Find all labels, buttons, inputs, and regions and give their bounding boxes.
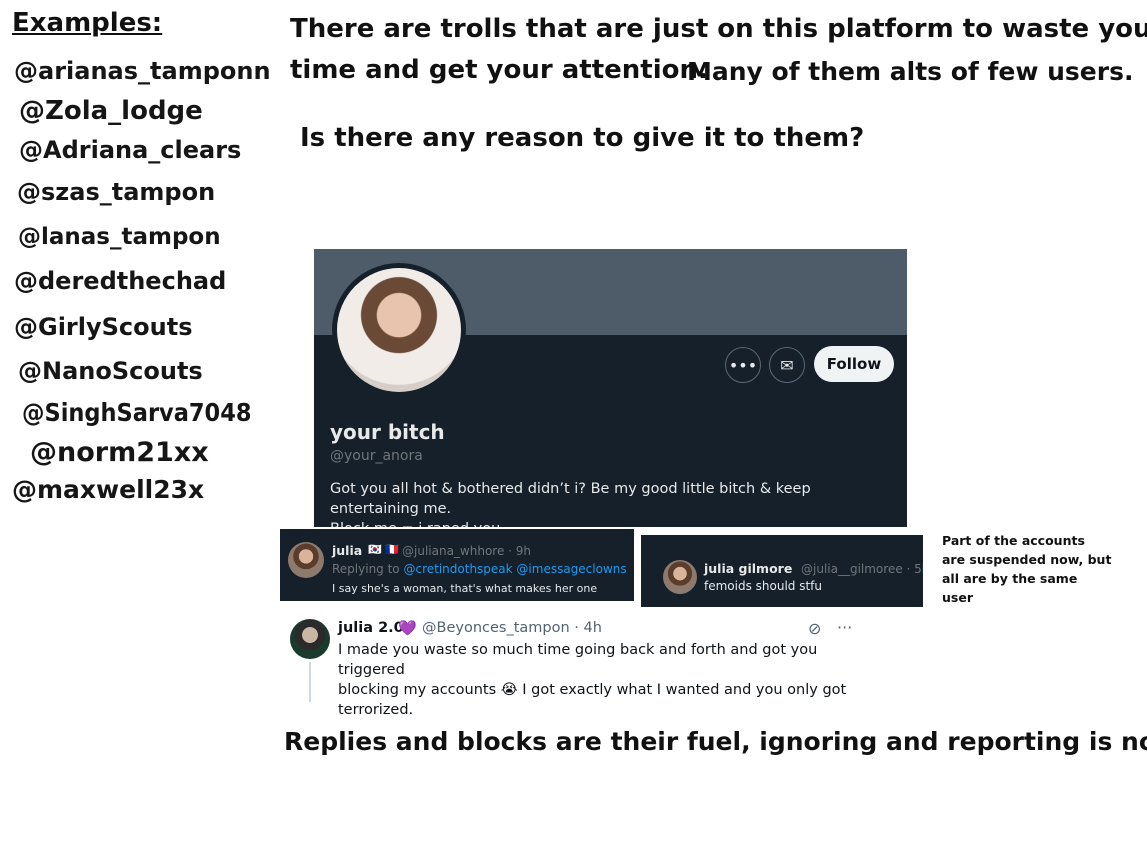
more-options-icon[interactable]: ··· xyxy=(837,618,852,637)
thread-line xyxy=(309,662,311,702)
profile-avatar[interactable] xyxy=(332,263,466,397)
example-handle: @Adriana_clears xyxy=(19,136,242,164)
message-icon[interactable]: ✉ xyxy=(769,347,805,383)
headline-line-2b: Many of them alts of few users. xyxy=(687,57,1134,86)
profile-card: ••• ✉ Follow your bitch @your_anora Got … xyxy=(314,249,907,527)
profile-name: your bitch xyxy=(330,420,445,444)
reply-meta: @juliana_whhore · 9h xyxy=(402,544,532,558)
follow-button[interactable]: Follow xyxy=(814,346,894,382)
profile-bio: Got you all hot & bothered didn’t i? Be … xyxy=(330,479,900,527)
footer-statement: Replies and blocks are their fuel, ignor… xyxy=(284,727,1147,756)
tweet-text-line: I made you waste so much time going back… xyxy=(338,642,818,678)
example-handle: @NanoScouts xyxy=(18,357,203,385)
replying-to-links[interactable]: @cretindothspeak @imessageclowns xyxy=(403,562,626,576)
example-handle: @lanas_tampon xyxy=(18,224,221,250)
tweet-meta: @Beyonces_tampon · 4h xyxy=(422,620,602,636)
profile-bio-line: Block me = i raped you xyxy=(330,519,900,527)
example-handle: @norm21xx xyxy=(30,437,209,468)
profile-bio-line: Got you all hot & bothered didn’t i? Be … xyxy=(330,481,811,517)
purple-heart-icon: 💜 xyxy=(398,619,417,637)
tweet-text: I made you waste so much time going back… xyxy=(338,640,858,720)
reply-author-name[interactable]: julia xyxy=(332,543,362,558)
avatar[interactable] xyxy=(288,542,324,578)
reply-text: I say she's a woman, that's what makes h… xyxy=(332,582,598,595)
example-handle: @SinghSarva7048 xyxy=(22,398,252,427)
reply-meta: @julia__gilmoree · 5h xyxy=(801,562,923,576)
reply-card-julia-gilmore[interactable]: julia gilmore @julia__gilmoree · 5h femo… xyxy=(641,535,923,607)
tweet-author-name[interactable]: julia 2.0 xyxy=(338,620,404,636)
example-handle: @Zola_lodge xyxy=(19,96,203,126)
headline-line-1: There are trolls that are just on this p… xyxy=(290,14,1147,44)
reply-author-name[interactable]: julia gilmore xyxy=(704,561,792,576)
avatar[interactable] xyxy=(663,560,697,594)
more-options-icon[interactable]: ••• xyxy=(725,347,761,383)
example-handle: @GirlyScouts xyxy=(14,313,193,341)
example-handle: @szas_tampon xyxy=(17,178,216,206)
grok-icon[interactable]: ⊘ xyxy=(808,619,821,638)
replying-to: Replying to @cretindothspeak @imessagecl… xyxy=(332,562,627,576)
example-handle: @maxwell23x xyxy=(12,475,205,504)
headline-question: Is there any reason to give it to them? xyxy=(300,123,865,153)
reply-text: femoids should stfu xyxy=(704,579,823,593)
examples-heading: Examples: xyxy=(12,8,163,38)
tweet-text-line: terrorized. xyxy=(338,702,414,718)
headline-line-2a: time and get your attention. xyxy=(290,55,708,85)
suspended-note: Part of the accounts are suspended now, … xyxy=(942,533,1112,605)
example-handle: @deredthechad xyxy=(14,267,227,295)
profile-handle: @your_anora xyxy=(330,448,423,464)
avatar[interactable] xyxy=(290,619,330,659)
example-handle: @arianas_tamponn xyxy=(14,57,271,85)
reply-card-julia[interactable]: julia 🇰🇷 🇫🇷 @juliana_whhore · 9h Replyin… xyxy=(280,529,634,601)
tweet-text-line: blocking my accounts 😭 I got exactly wha… xyxy=(338,682,847,698)
replying-prefix: Replying to xyxy=(332,562,400,576)
flag-icons: 🇰🇷 🇫🇷 xyxy=(368,543,399,556)
tweet-julia-2[interactable]: julia 2.0 💜 @Beyonces_tampon · 4h ⊘ ··· … xyxy=(282,612,862,718)
